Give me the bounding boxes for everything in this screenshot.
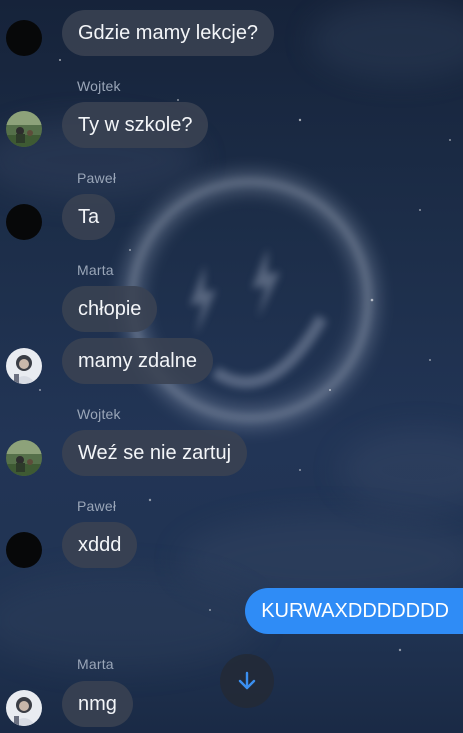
sender-name: Paweł — [77, 170, 117, 186]
sender-name: Paweł — [77, 498, 117, 514]
message-text: mamy zdalne — [78, 350, 197, 372]
message-text: nmg — [78, 693, 117, 715]
message-bubble[interactable]: Weź se nie zartuj — [62, 430, 248, 476]
outgoing-message-bubble[interactable]: KURWAXDDDDDDD — [245, 588, 463, 634]
message-text: Ty w szkole? — [78, 114, 193, 136]
avatar-wojtek[interactable] — [6, 440, 42, 476]
scroll-to-bottom-button[interactable] — [220, 654, 274, 708]
arrow-down-icon — [238, 671, 256, 690]
message-text: Gdzie mamy lekcje? — [78, 22, 259, 44]
sender-name: Wojtek — [77, 406, 121, 422]
avatar-image — [6, 690, 42, 726]
avatar-wojtek[interactable] — [6, 111, 42, 147]
message-bubble[interactable]: Gdzie mamy lekcje? — [62, 10, 275, 56]
message-text: KURWAXDDDDDDD — [261, 600, 449, 622]
avatar-pawel[interactable] — [6, 20, 42, 56]
avatar-marta[interactable] — [6, 348, 42, 384]
avatar-pawel[interactable] — [6, 532, 42, 568]
message-text: xddd — [78, 534, 122, 556]
message-bubble[interactable]: mamy zdalne — [62, 338, 213, 384]
avatar-image — [6, 440, 42, 476]
sender-name: Wojtek — [77, 78, 121, 94]
avatar-pawel[interactable] — [6, 204, 42, 240]
avatar-image — [6, 111, 42, 147]
message-bubble[interactable]: nmg — [62, 681, 133, 727]
message-bubble[interactable]: chłopie — [62, 286, 158, 332]
sender-name: Marta — [77, 656, 114, 672]
message-bubble[interactable]: Ty w szkole? — [62, 102, 209, 148]
message-text: Weź se nie zartuj — [78, 442, 232, 464]
avatar-image — [6, 348, 42, 384]
message-text: Ta — [78, 206, 100, 228]
chat-screen: Gdzie mamy lekcje? Wojtek Ty w szkole? P… — [0, 0, 463, 733]
message-text: chłopie — [78, 298, 142, 320]
sender-name: Marta — [77, 262, 114, 278]
message-bubble[interactable]: Ta — [62, 194, 116, 240]
avatar-marta[interactable] — [6, 690, 42, 726]
message-bubble[interactable]: xddd — [62, 522, 138, 568]
